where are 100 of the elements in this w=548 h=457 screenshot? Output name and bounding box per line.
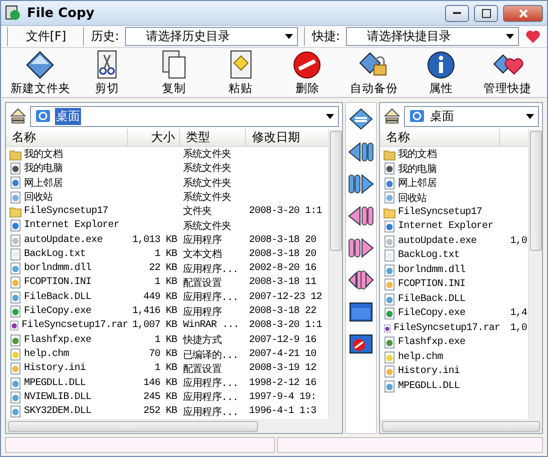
file-size: 1,007 KB [131, 320, 178, 332]
file-name[interactable]: 回收站 [398, 190, 427, 205]
minimize-icon [453, 12, 461, 14]
dropdown-arrow-icon[interactable] [285, 34, 293, 39]
up-folder-icon[interactable] [9, 107, 27, 125]
file-name[interactable]: autoUpdate.exe [24, 234, 102, 246]
folder-icon [9, 204, 22, 218]
file-name[interactable]: FileCopy.exe [398, 308, 466, 320]
path-text: 桌面 [429, 108, 455, 124]
vertical-scrollbar[interactable] [328, 129, 342, 419]
file-icon [9, 390, 22, 404]
path-dropdown[interactable]: 桌面 [404, 106, 539, 126]
file-type: 系统文件夹 [182, 220, 232, 233]
file-name[interactable]: FileSyncsetup17 [24, 206, 108, 217]
toolbar-button[interactable]: 新建文件夹 [9, 49, 72, 96]
file-name[interactable]: FCOPTION.INI [398, 279, 466, 290]
file-name[interactable]: Flashfxp.exe [398, 337, 466, 348]
file-type: 系统文件夹 [182, 148, 232, 162]
file-icon [9, 219, 22, 232]
file-icon [9, 376, 22, 390]
file-name[interactable]: borlndmm.dll [24, 263, 92, 274]
arrow-right-icon[interactable] [348, 235, 374, 261]
file-date: 2008-3-19 12 [248, 363, 318, 374]
file-date: 1997-9-4 19: [248, 392, 318, 403]
file-name[interactable]: FCOPTION.INI [24, 277, 92, 288]
shortcut-dropdown[interactable]: 请选择快捷目录 [346, 27, 519, 46]
file-name[interactable]: History.ini [24, 363, 86, 374]
arrow-right-icon[interactable] [348, 171, 374, 197]
arrow-left-icon[interactable] [348, 139, 374, 165]
window-title: File Copy [27, 6, 96, 20]
close-button[interactable] [503, 4, 543, 22]
toolbar-button[interactable]: 自动备份 [343, 49, 406, 96]
file-date: 2002-8-20 16 [248, 263, 318, 274]
maximize-icon [482, 8, 490, 18]
column-header[interactable]: 大小 [128, 129, 180, 146]
dropdown-arrow-icon[interactable] [326, 114, 334, 118]
file-name[interactable]: BackLog.txt [24, 248, 86, 260]
file-name[interactable]: History.ini [398, 366, 460, 378]
file-icon [383, 176, 396, 190]
file-name[interactable]: help.chm [398, 352, 443, 363]
toolbar-button[interactable]: 属性 [410, 49, 472, 96]
file-name[interactable]: help.chm [24, 349, 69, 360]
file-name[interactable]: 我的电脑 [24, 161, 62, 176]
toolbar-button[interactable]: 粘贴 [210, 49, 272, 96]
file-size: 1 KB [154, 334, 178, 346]
history-label: 历史: [91, 28, 120, 45]
path-dropdown[interactable]: 桌面 [30, 106, 339, 126]
file-icon [383, 249, 396, 262]
file-name[interactable]: FileSyncsetup17 [398, 206, 482, 218]
horizontal-scrollbar[interactable] [6, 419, 342, 433]
file-name[interactable]: 我的文档 [398, 147, 436, 162]
column-header[interactable]: 名称 [6, 129, 128, 146]
file-name[interactable]: 回收站 [24, 190, 53, 204]
file-menu[interactable]: 文件[F] [15, 28, 77, 45]
minimize-button[interactable] [445, 4, 469, 22]
file-name[interactable]: 我的文档 [24, 147, 62, 162]
file-icon [9, 348, 22, 362]
file-name[interactable]: SKY32DEM.DLL [24, 406, 92, 418]
file-name[interactable]: Internet Explorer [398, 221, 494, 232]
file-name[interactable]: 网上邻居 [398, 176, 436, 190]
file-name[interactable]: BackLog.txt [398, 250, 460, 262]
file-size: 1 KB [154, 363, 178, 374]
dropdown-arrow-icon[interactable] [506, 34, 514, 39]
file-icon [9, 176, 22, 190]
file-name[interactable]: borlndmm.dll [398, 264, 466, 276]
file-size: 1,013 KB [131, 234, 178, 246]
file-icon [9, 234, 22, 247]
column-header[interactable]: 类型 [180, 129, 246, 146]
file-name[interactable]: Internet Explorer [24, 220, 120, 232]
toolbar-button[interactable]: 管理快捷 [476, 49, 539, 96]
file-icon [383, 191, 396, 204]
history-dropdown[interactable]: 请选择历史目录 [125, 27, 298, 46]
file-name[interactable]: 网上邻居 [24, 176, 62, 190]
toolbar-button[interactable]: 剪切 [76, 49, 138, 96]
file-size: 146 KB [142, 378, 178, 389]
heart-icon[interactable] [525, 30, 541, 44]
file-name[interactable]: NVIEWLIB.DLL [24, 392, 92, 403]
file-icon [9, 276, 22, 290]
arrow-left-icon[interactable] [348, 203, 374, 229]
file-name[interactable]: MPEGDLL.DLL [398, 380, 460, 392]
file-name[interactable]: FileSyncsetup17.rar [394, 322, 500, 334]
file-name[interactable]: Flashfxp.exe [24, 334, 92, 346]
toolbar-button[interactable]: 删除 [276, 49, 338, 96]
horizontal-scrollbar[interactable] [380, 419, 542, 433]
file-name[interactable]: 我的电脑 [398, 162, 436, 176]
file-icon [383, 162, 396, 176]
file-type: 应用程序... [182, 390, 240, 404]
file-name[interactable]: autoUpdate.exe [398, 236, 476, 247]
file-type: 配置设置 [182, 276, 222, 290]
maximize-button[interactable] [474, 4, 498, 22]
vertical-scrollbar[interactable] [528, 129, 542, 419]
file-name[interactable]: MPEGDLL.DLL [24, 378, 86, 389]
file-name[interactable]: FileCopy.exe [24, 306, 92, 318]
file-name[interactable]: FileBack.DLL [24, 292, 92, 303]
file-icon [9, 334, 22, 347]
file-name[interactable]: FileBack.DLL [398, 294, 466, 305]
dropdown-arrow-icon[interactable] [526, 114, 534, 118]
toolbar-button[interactable]: 复制 [142, 49, 205, 96]
up-folder-icon[interactable] [383, 107, 401, 125]
file-name[interactable]: FileSyncsetup17.rar [22, 320, 128, 332]
